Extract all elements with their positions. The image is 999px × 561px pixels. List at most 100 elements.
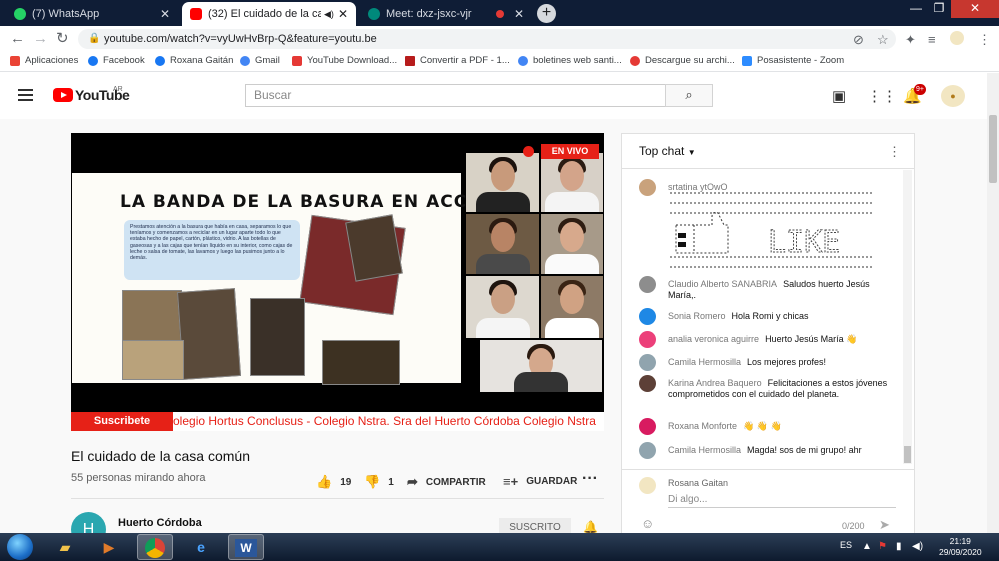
chat-author[interactable]: Karina Andrea Baquero [668, 378, 762, 388]
block-icon [630, 55, 640, 66]
bookmark-star-icon[interactable]: ☆ [877, 32, 889, 48]
like-button[interactable]: 👍 19 [316, 474, 351, 490]
action-center-icon[interactable]: ⚑ [878, 541, 887, 552]
chat-message: Camila Hermosilla Magda! sos de mi grupo!… [639, 442, 899, 459]
search-button[interactable]: ⌕ [665, 84, 713, 107]
participant-video [541, 214, 603, 274]
page-scrollbar-thumb[interactable] [989, 115, 997, 183]
back-icon[interactable]: ← [10, 31, 25, 46]
reload-icon[interactable]: ↻ [56, 31, 69, 46]
chat-scrollbar[interactable] [903, 170, 912, 464]
bookmark-label: Descargue su archi... [645, 55, 735, 66]
chat-menu-icon[interactable]: ⋮ [888, 144, 901, 160]
volume-icon[interactable]: ◀) [912, 541, 923, 552]
chat-user-name: Rosana Gaitan [668, 478, 729, 488]
create-video-icon[interactable]: ▣ [832, 87, 846, 105]
bookmark-convertir-pdf[interactable]: Convertir a PDF - 1... [405, 55, 510, 66]
chat-text: Magda! sos de mi grupo! ahr [747, 445, 862, 455]
start-button[interactable] [7, 534, 33, 560]
audio-icon[interactable]: ◀) [324, 9, 334, 20]
avatar [639, 308, 656, 325]
bookmark-zoom[interactable]: Posasistente - Zoom [742, 55, 844, 66]
minimize-icon[interactable]: — [905, 0, 927, 18]
channel-name[interactable]: Huerto Córdoba [118, 517, 202, 529]
media-control-icon[interactable]: ≡ [928, 32, 936, 47]
url-text[interactable]: youtube.com/watch?v=vyUwHvBrp-Q&feature=… [104, 33, 377, 45]
tab-meet[interactable]: Meet: dxz-jsxc-vjr ✕ [360, 2, 532, 26]
language-indicator[interactable]: ES [840, 540, 852, 550]
tracking-blocked-icon[interactable]: ⊘ [853, 32, 864, 48]
region-code: AR [113, 86, 123, 93]
network-icon[interactable]: ▮ [896, 541, 902, 552]
bookmark-label: Convertir a PDF - 1... [420, 55, 510, 66]
bookmark-label: Gmail [255, 55, 280, 66]
emoji-icon[interactable]: ☺ [641, 516, 654, 531]
chat-mode-dropdown[interactable]: Top chat ▼ [639, 144, 696, 158]
bookmark-boletines[interactable]: boletines web santi... [518, 55, 622, 66]
show-hidden-icons[interactable]: ▲ [862, 541, 872, 552]
bookmark-descargue[interactable]: Descargue su archi... [630, 55, 735, 66]
forward-icon[interactable]: → [33, 31, 48, 46]
thumbs-up-icon: 👍 [316, 474, 333, 489]
share-label: COMPARTIR [425, 476, 486, 488]
close-icon[interactable]: ✕ [514, 7, 524, 21]
bookmark-facebook[interactable]: Facebook [88, 55, 145, 66]
chat-author[interactable]: Camila Hermosilla [668, 357, 741, 371]
pdf-icon [405, 55, 415, 66]
word-taskbar-button[interactable]: W [228, 534, 264, 560]
chat-author[interactable]: analia veronica aguirre [668, 334, 759, 348]
lock-icon[interactable]: 🔒 [88, 33, 100, 44]
dislike-button[interactable]: 👎 1 [364, 474, 394, 490]
dislike-count: 1 [388, 476, 394, 488]
bookmark-gmail[interactable]: Gmail [240, 55, 280, 66]
apps-grid-icon[interactable]: ⋮⋮ [867, 87, 897, 105]
save-label: GUARDAR [526, 476, 578, 487]
profile-avatar[interactable] [950, 31, 964, 45]
chat-author[interactable]: Sonia Romero [668, 311, 726, 325]
chat-text: 👋 👋 👋 [743, 421, 782, 431]
slide-photo [122, 340, 184, 380]
search-input[interactable]: Buscar [245, 84, 666, 107]
file-explorer-icon[interactable]: ▰ [47, 534, 83, 560]
chat-message-input[interactable]: Di algo... [668, 494, 896, 508]
slide-photo [250, 298, 305, 376]
close-window-icon[interactable]: ✕ [951, 0, 999, 18]
bookmark-youtube-download[interactable]: YouTube Download... [292, 55, 397, 66]
tab-title: Meet: dxz-jsxc-vjr [386, 8, 472, 20]
tab-youtube[interactable]: (32) El cuidado de la casa co ◀) ✕ [182, 2, 356, 26]
chat-author[interactable]: Claudio Alberto SANABRIA [668, 279, 777, 289]
more-actions-icon[interactable]: ··· [582, 470, 598, 488]
send-icon[interactable]: ➤ [879, 517, 890, 533]
share-button[interactable]: ➦ COMPARTIR [407, 474, 486, 490]
close-icon[interactable]: ✕ [160, 7, 170, 21]
system-clock[interactable]: 21:19 29/09/2020 [939, 536, 982, 558]
chat-author[interactable]: Camila Hermosilla [668, 445, 741, 459]
google-icon [518, 55, 528, 66]
chat-author[interactable]: Roxana Monforte [668, 421, 737, 435]
slide-photo [345, 214, 403, 282]
divider [71, 498, 604, 499]
chat-message: Roxana Monforte 👋 👋 👋 [639, 418, 899, 435]
bookmark-roxana[interactable]: Roxana Gaitán [155, 55, 233, 66]
bookmark-apps[interactable]: Aplicaciones [10, 55, 78, 66]
tab-whatsapp[interactable]: (7) WhatsApp ✕ [6, 2, 178, 26]
chat-scrollbar-thumb[interactable] [904, 446, 911, 463]
new-tab-button[interactable]: + [537, 4, 556, 23]
internet-explorer-icon[interactable]: e [183, 534, 219, 560]
bookmark-label: Posasistente - Zoom [757, 55, 845, 66]
extensions-icon[interactable]: ✦ [905, 32, 916, 48]
menu-kebab-icon[interactable]: ⋮ [978, 32, 991, 48]
close-icon[interactable]: ✕ [338, 7, 348, 21]
maximize-icon[interactable]: ❐ [928, 0, 950, 18]
hamburger-menu-icon[interactable] [18, 89, 33, 101]
chat-message: Claudio Alberto SANABRIA Saludos huerto J… [639, 276, 899, 301]
chrome-taskbar-button[interactable] [137, 534, 173, 560]
character-counter: 0/200 [842, 521, 865, 531]
whatsapp-icon [14, 8, 26, 20]
account-avatar[interactable]: ● [941, 85, 965, 107]
avatar [639, 354, 656, 371]
notification-bell-icon[interactable]: 🔔 [583, 520, 598, 534]
media-player-icon[interactable]: ▶ [91, 534, 127, 560]
save-button[interactable]: ≡+ GUARDAR [503, 474, 577, 489]
chat-text: Los mejores profes! [747, 357, 827, 367]
